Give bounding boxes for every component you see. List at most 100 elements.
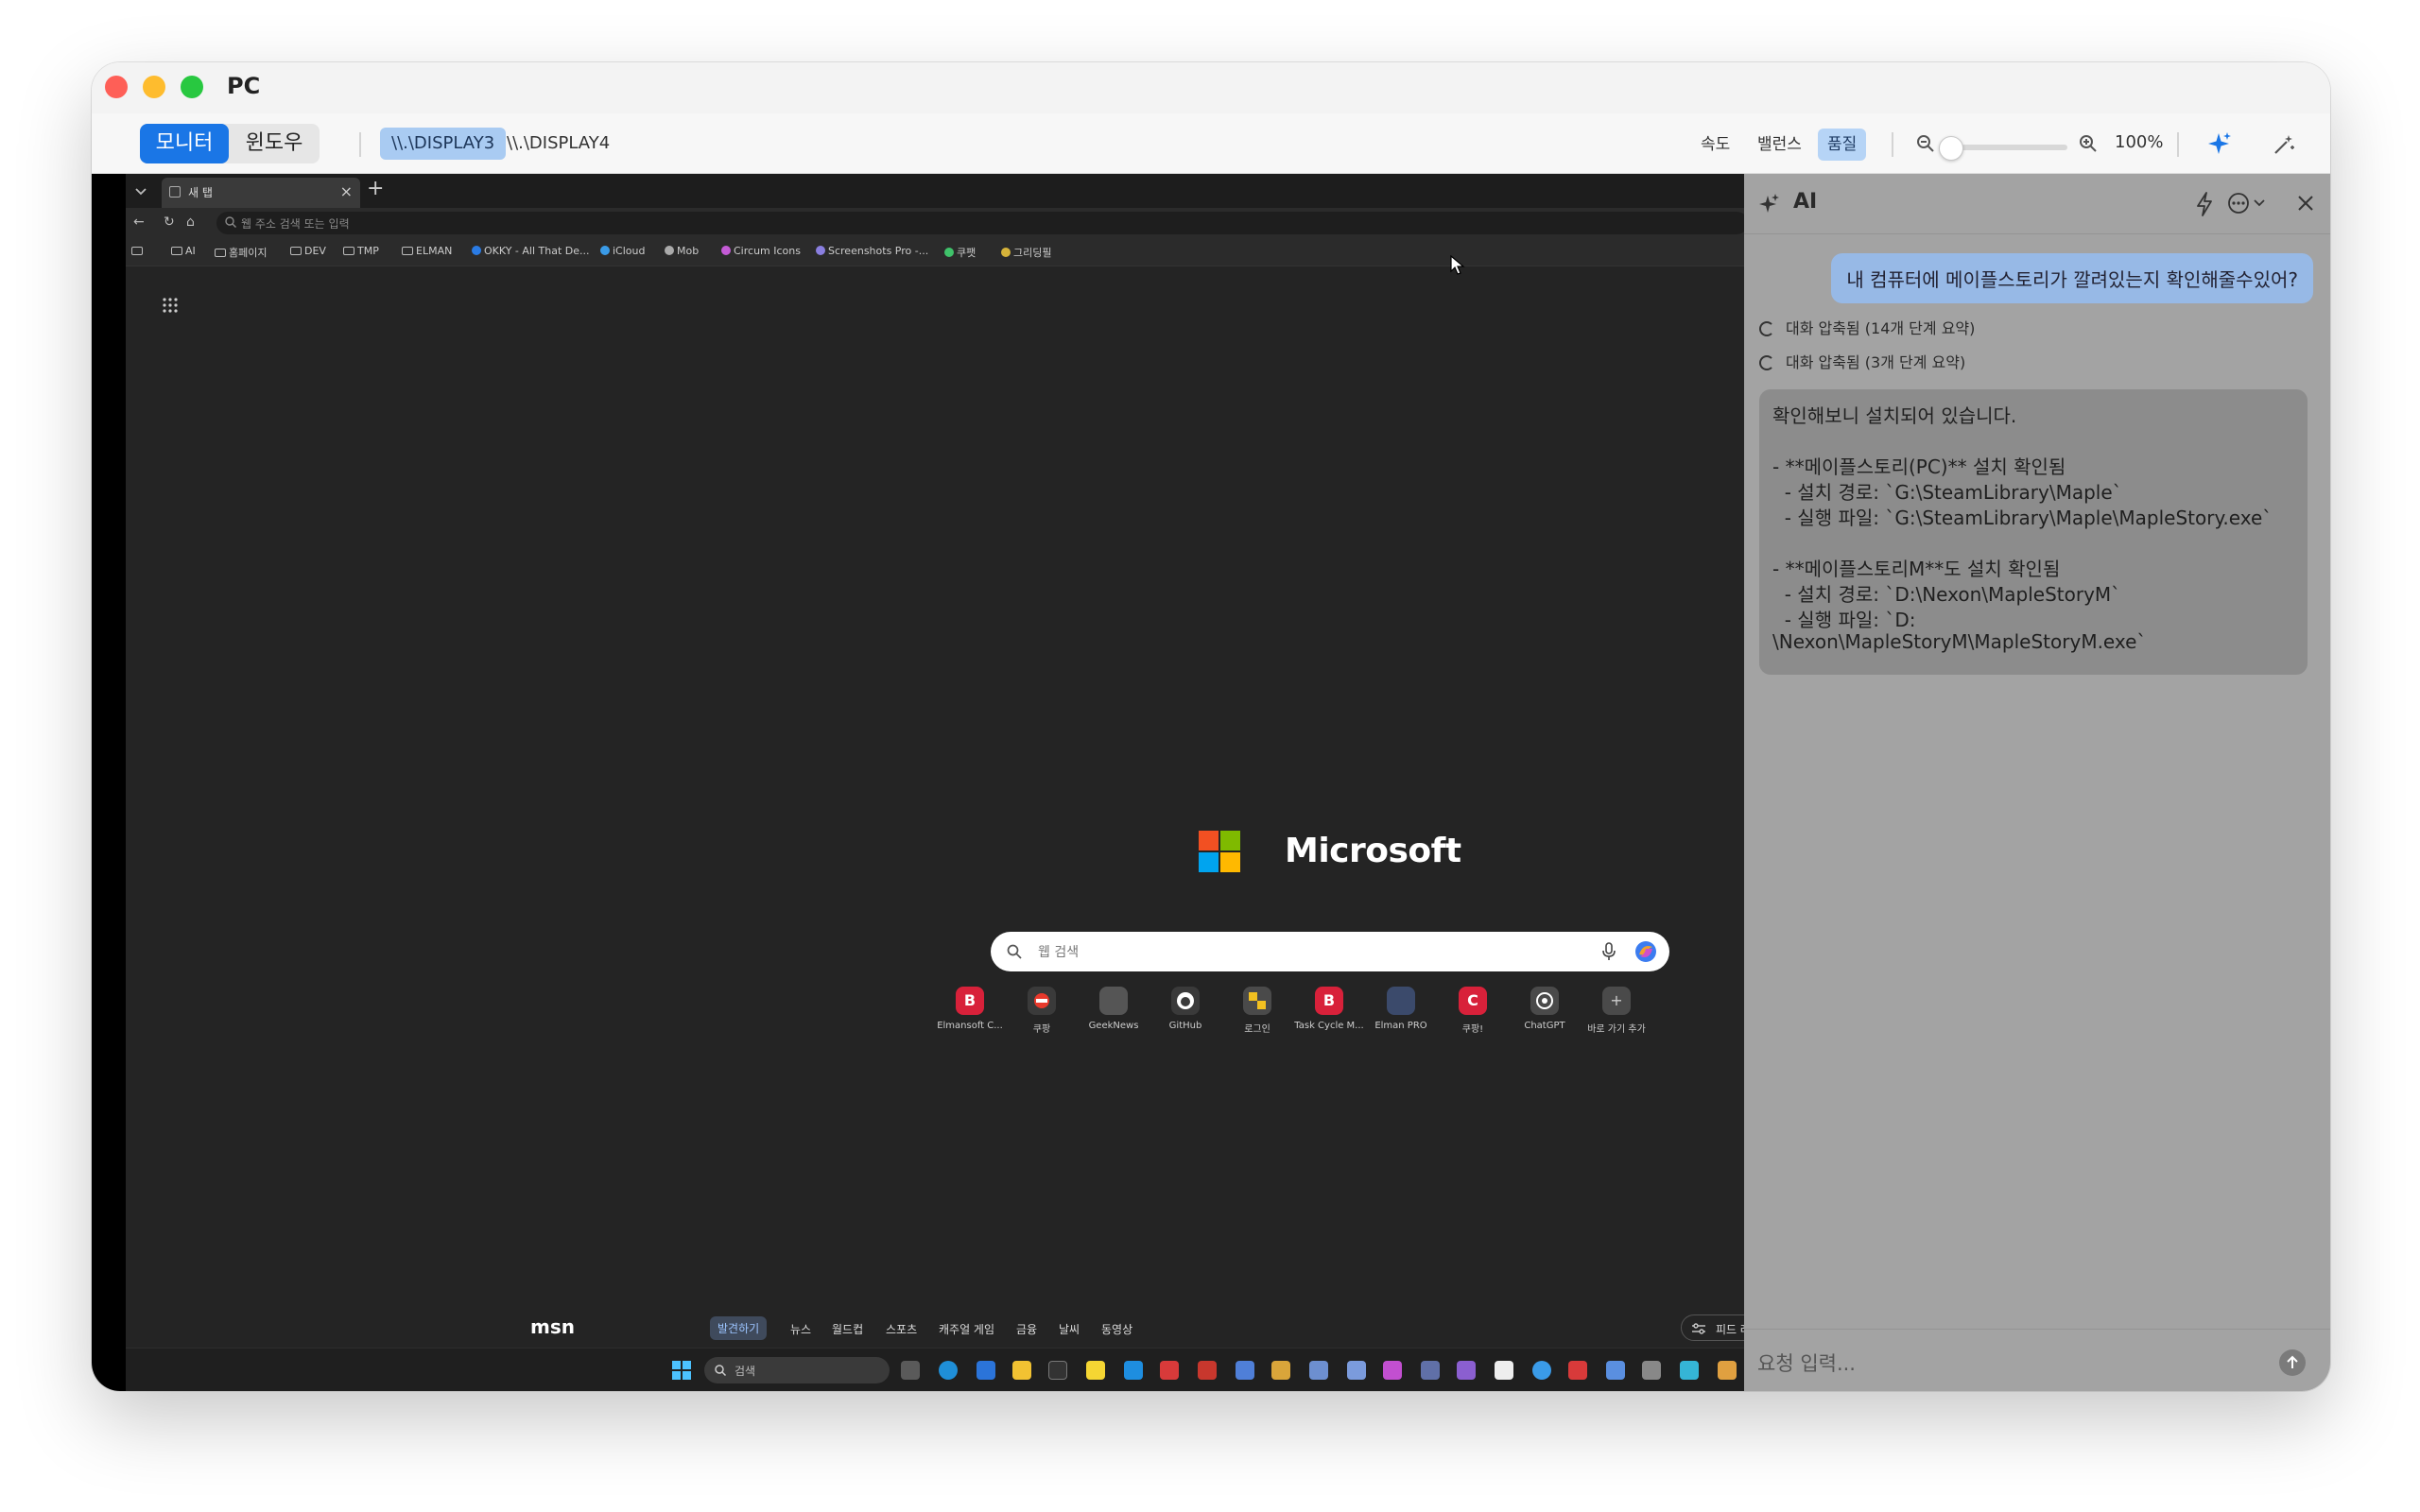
ai-panel-header: AI (1744, 174, 2330, 234)
favorite-item[interactable]: 쿠팻 (944, 245, 976, 260)
msn-tab-news[interactable]: 뉴스 (790, 1321, 811, 1337)
close-icon[interactable] (2296, 194, 2315, 216)
microphone-icon[interactable] (1600, 942, 1617, 965)
jetbrains-icon[interactable] (1160, 1361, 1179, 1380)
taskbar-search-input[interactable]: 검색 (704, 1357, 890, 1383)
favorite-item[interactable]: iCloud (600, 245, 645, 257)
favorite-item[interactable]: Screenshots Pro -... (816, 245, 928, 257)
zoom-out-icon[interactable] (1914, 132, 1937, 159)
app-icon[interactable] (1680, 1361, 1699, 1380)
quick-link[interactable]: 쿠팡 (1007, 987, 1077, 1035)
terminal-icon[interactable] (1048, 1361, 1067, 1380)
more-options-icon[interactable] (2226, 191, 2270, 219)
search-icon (1006, 943, 1023, 964)
url-input[interactable]: 웹 주소 검색 또는 입력 (216, 212, 1744, 234)
display4-button[interactable]: \\.\DISPLAY4 (495, 128, 621, 160)
quick-link[interactable]: Elman PRO (1366, 987, 1436, 1031)
new-tab-plus-icon[interactable]: + (367, 177, 384, 200)
toolbar: 모니터 윈도우 \\.\DISPLAY3 \\.\DISPLAY4 속도 밸런스… (92, 113, 2330, 174)
favorite-item[interactable]: TMP (343, 245, 379, 257)
back-arrow-icon[interactable]: ← (133, 215, 145, 230)
favorite-item[interactable]: 그리딩필 (1001, 245, 1051, 260)
refresh-icon[interactable]: ↻ (164, 215, 175, 230)
quick-link[interactable]: B Task Cycle M... (1294, 987, 1364, 1031)
remote-app-icon[interactable] (1236, 1361, 1254, 1380)
favorite-item[interactable]: OKKY - All That De... (472, 245, 589, 257)
mouse-cursor-icon (1450, 254, 1465, 280)
copilot-icon[interactable] (1634, 939, 1658, 968)
apps-grid-icon[interactable] (162, 297, 179, 318)
file-explorer-icon[interactable] (1012, 1361, 1031, 1380)
database-icon[interactable] (1642, 1361, 1661, 1380)
maximize-window-button[interactable] (181, 76, 203, 98)
tab-close-icon[interactable]: × (340, 182, 353, 200)
vscode-icon[interactable] (1124, 1361, 1143, 1380)
ai-sparkle-icon[interactable] (2205, 130, 2232, 161)
favorite-item[interactable]: Mob (665, 245, 699, 257)
window-mode-button[interactable]: 윈도우 (229, 124, 320, 163)
windows-start-icon[interactable] (672, 1361, 691, 1383)
minimize-window-button[interactable] (143, 76, 165, 98)
favorites-folder-icon[interactable] (131, 245, 146, 257)
app-icon[interactable] (1718, 1361, 1737, 1380)
favorite-item[interactable]: 홈페이지 (215, 245, 267, 260)
msn-tab-finance[interactable]: 금융 (1016, 1321, 1037, 1337)
app-icon[interactable] (1347, 1361, 1366, 1380)
visual-studio-icon[interactable] (1457, 1361, 1476, 1380)
search-placeholder: 웹 검색 (1038, 945, 1080, 960)
display3-button[interactable]: \\.\DISPLAY3 (380, 128, 507, 160)
tab-list-chevron-icon[interactable] (130, 180, 152, 202)
zoom-slider-handle[interactable] (1939, 136, 1963, 161)
quality-speed-button[interactable]: 속도 (1691, 129, 1739, 161)
edge-browser-icon[interactable] (939, 1361, 958, 1380)
filezilla-icon[interactable] (1198, 1361, 1217, 1380)
magic-wand-icon[interactable] (2272, 132, 2296, 161)
favorite-item[interactable]: DEV (290, 245, 326, 257)
figma-icon[interactable] (1383, 1361, 1402, 1380)
todo-icon[interactable] (977, 1361, 995, 1380)
ai-panel-title: AI (1793, 190, 1818, 214)
msn-tab-video[interactable]: 동영상 (1101, 1321, 1132, 1337)
quick-link[interactable]: C 쿠팡! (1438, 987, 1508, 1035)
network-app-icon[interactable] (1309, 1361, 1328, 1380)
app-icon[interactable] (1568, 1361, 1587, 1380)
app-icon[interactable] (1421, 1361, 1440, 1380)
quality-balance-button[interactable]: 밸런스 (1748, 129, 1811, 161)
zoom-in-icon[interactable] (2077, 132, 2100, 159)
quick-link[interactable]: ChatGPT (1510, 987, 1580, 1031)
ai-request-input[interactable]: 요청 입력... (1744, 1329, 2330, 1391)
msn-tab-worldcup[interactable]: 월드컵 (832, 1321, 863, 1337)
app-icon[interactable] (1532, 1361, 1551, 1380)
msn-tab-weather[interactable]: 날씨 (1059, 1321, 1080, 1337)
msn-tab-discover[interactable]: 발견하기 (710, 1316, 768, 1340)
quick-link[interactable]: GeekNews (1079, 987, 1149, 1031)
close-window-button[interactable] (105, 76, 128, 98)
monitor-mode-button[interactable]: 모니터 (140, 124, 229, 163)
tab-title: 새 탭 (188, 186, 213, 199)
quick-link[interactable]: GitHub (1150, 987, 1220, 1031)
kakaotalk-icon[interactable] (1086, 1361, 1105, 1380)
add-shortcut-button[interactable]: + 바로 가기 추가 (1582, 987, 1651, 1035)
window-title: PC (227, 73, 261, 99)
msn-tab-casual-games[interactable]: 캐주얼 게임 (939, 1321, 994, 1337)
quick-link[interactable]: B Elmansoft C... (935, 987, 1005, 1031)
app-icon[interactable] (1606, 1361, 1625, 1380)
favorite-item[interactable]: AI (171, 245, 196, 257)
feed-layout-button[interactable]: 피드 레이아 (1681, 1314, 1744, 1341)
remote-browser-window[interactable]: 새 탭 × + ← ↻ ⌂ 웹 주소 검색 또는 입력 AI 홈페이지 DEV … (126, 174, 1744, 1391)
msn-tab-sports[interactable]: 스포츠 (886, 1321, 917, 1337)
editor-icon[interactable] (1271, 1361, 1290, 1380)
send-button[interactable] (2279, 1349, 2306, 1376)
browser-tab[interactable]: 새 탭 × (162, 178, 360, 208)
favorite-item[interactable]: Circum Icons (721, 245, 801, 257)
lightning-icon[interactable] (2195, 192, 2214, 220)
microsoft-wordmark: Microsoft (1285, 832, 1461, 870)
web-search-input[interactable]: 웹 검색 (991, 932, 1669, 971)
quality-quality-button[interactable]: 품질 (1818, 129, 1867, 161)
favorite-item[interactable]: ELMAN (402, 245, 452, 257)
notion-icon[interactable] (1495, 1361, 1513, 1380)
home-icon[interactable]: ⌂ (186, 215, 195, 230)
task-view-icon[interactable] (901, 1361, 920, 1380)
quick-link[interactable]: 로그인 (1222, 987, 1292, 1035)
remote-screen[interactable]: 새 탭 × + ← ↻ ⌂ 웹 주소 검색 또는 입력 AI 홈페이지 DEV … (92, 174, 1744, 1391)
